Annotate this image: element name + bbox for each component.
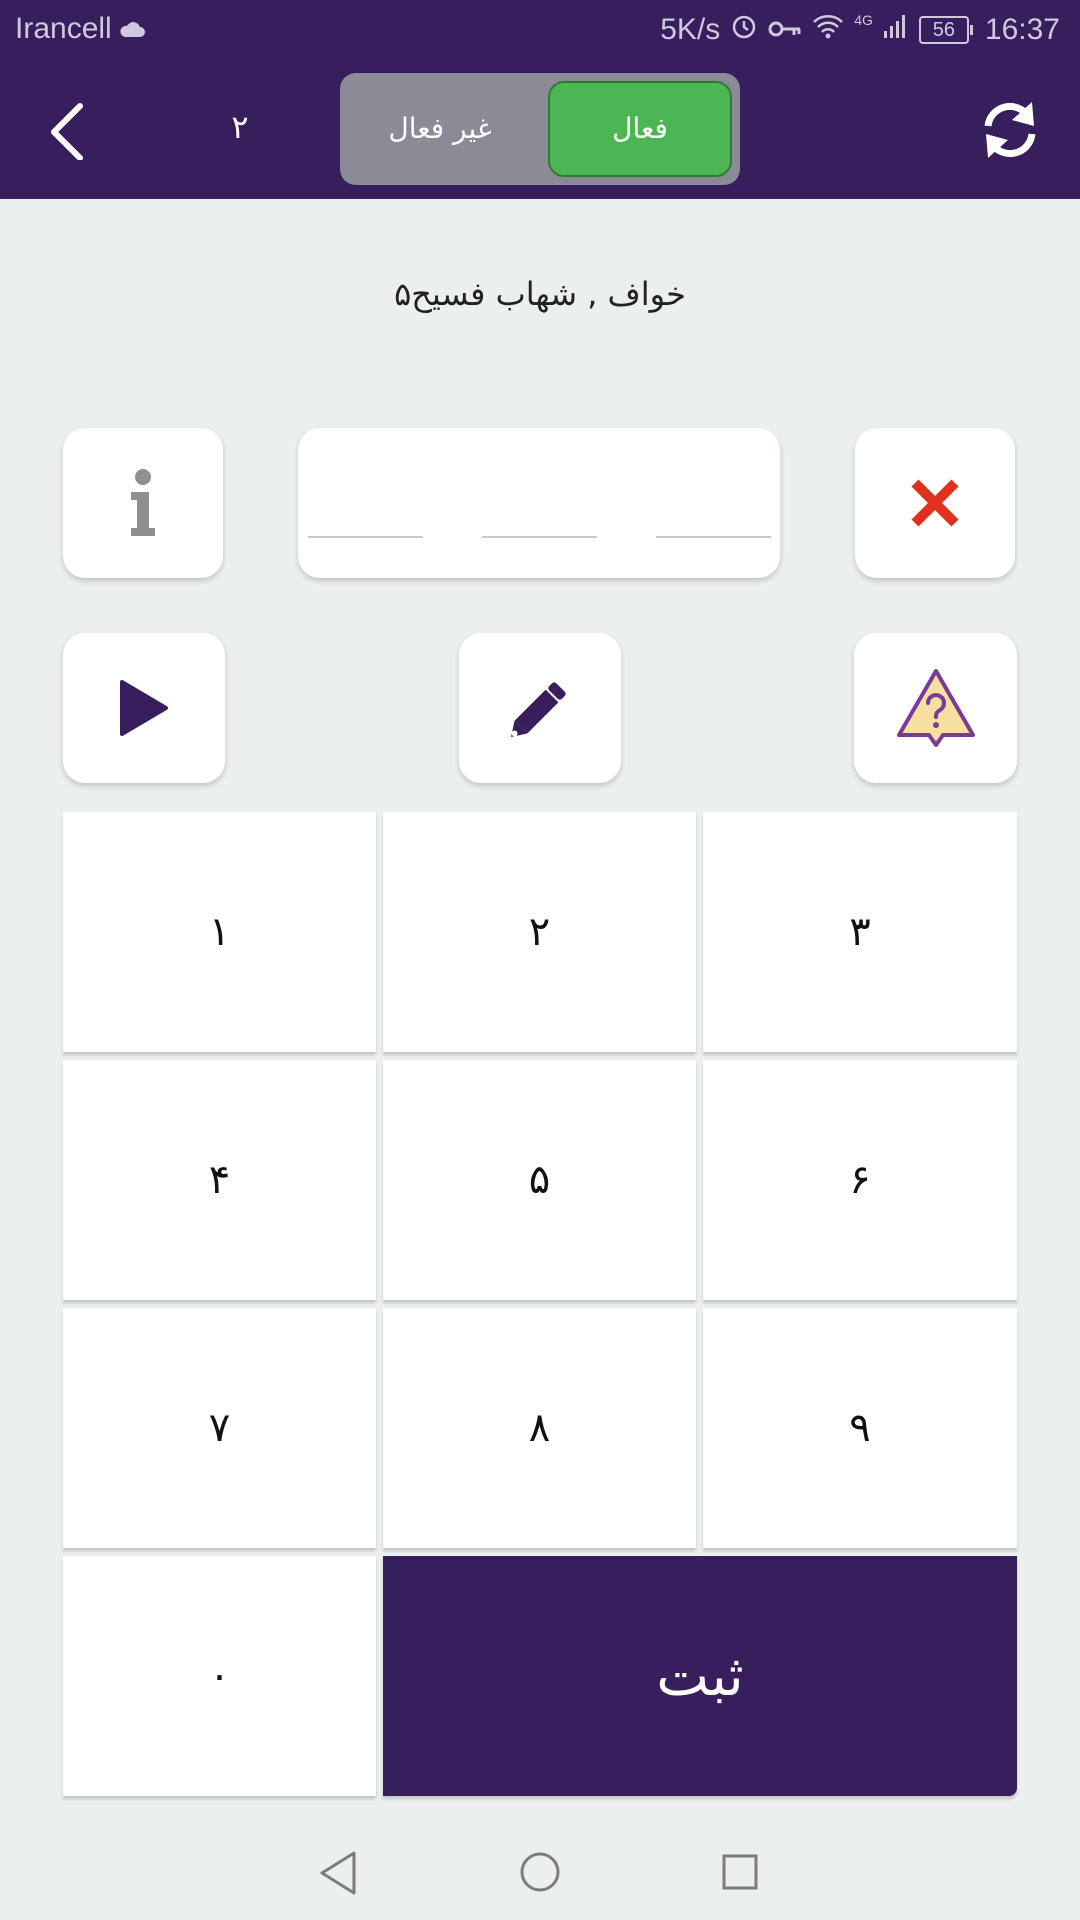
- key-8[interactable]: ۸: [383, 1308, 696, 1548]
- battery-indicator: 56: [918, 16, 973, 44]
- info-icon: [131, 469, 155, 536]
- edit-button[interactable]: [459, 633, 621, 783]
- status-bar: Irancell 5K/s 4G 56 16:37: [0, 0, 1080, 60]
- nav-recents-icon[interactable]: [721, 1853, 759, 1891]
- pencil-icon: [511, 682, 566, 737]
- carrier-info: Irancell: [15, 12, 146, 46]
- play-icon: [120, 680, 168, 736]
- key-6[interactable]: ۶: [703, 1060, 1017, 1300]
- location-title: خواف , شهاب فسیح۵: [394, 275, 686, 313]
- toggle-active-option[interactable]: فعال: [548, 81, 732, 177]
- key-9[interactable]: ۹: [703, 1308, 1017, 1548]
- chevron-left-icon: [51, 103, 83, 161]
- code-slot: [656, 536, 771, 538]
- warning-question-icon: [896, 669, 975, 747]
- submit-button[interactable]: ثبت: [383, 1556, 1017, 1796]
- clock: 16:37: [984, 13, 1060, 46]
- code-input[interactable]: [298, 428, 780, 578]
- close-icon: [911, 479, 959, 527]
- nav-home-icon[interactable]: [519, 1851, 561, 1893]
- cloud-icon: [118, 12, 146, 46]
- key-1[interactable]: ۱: [63, 812, 376, 1052]
- page-counter: ۲: [231, 108, 249, 146]
- report-button[interactable]: [854, 633, 1017, 783]
- app-bar: ۲ غیر فعال فعال: [0, 60, 1080, 199]
- numeric-keypad: ۱ ۲ ۳ ۴ ۵ ۶ ۷ ۸ ۹ ۰ ثبت: [63, 812, 1017, 1796]
- info-button[interactable]: [63, 428, 223, 578]
- vpn-key-icon: [768, 13, 802, 47]
- alarm-icon: [730, 12, 758, 48]
- refresh-icon: [984, 102, 1036, 158]
- refresh-button[interactable]: [978, 98, 1042, 162]
- key-2[interactable]: ۲: [383, 812, 696, 1052]
- key-4[interactable]: ۴: [63, 1060, 376, 1300]
- toggle-inactive-option[interactable]: غیر فعال: [340, 73, 540, 185]
- key-5[interactable]: ۵: [383, 1060, 696, 1300]
- network-type: 4G: [854, 12, 873, 28]
- code-slot: [308, 536, 423, 538]
- status-toggle[interactable]: غیر فعال فعال: [340, 73, 740, 185]
- key-0[interactable]: ۰: [63, 1556, 376, 1796]
- status-indicators: 5K/s 4G 56 16:37: [660, 12, 1060, 48]
- back-button[interactable]: [40, 100, 100, 161]
- clear-button[interactable]: [855, 428, 1015, 578]
- signal-icon: [883, 13, 909, 47]
- code-slot: [482, 536, 597, 538]
- system-nav-bar: [0, 1824, 1080, 1920]
- nav-back-icon[interactable]: [318, 1850, 358, 1896]
- carrier-name: Irancell: [15, 12, 112, 45]
- key-7[interactable]: ۷: [63, 1308, 376, 1548]
- wifi-icon: [812, 13, 844, 47]
- key-3[interactable]: ۳: [703, 812, 1017, 1052]
- network-speed: 5K/s: [660, 13, 721, 46]
- play-button[interactable]: [63, 633, 225, 783]
